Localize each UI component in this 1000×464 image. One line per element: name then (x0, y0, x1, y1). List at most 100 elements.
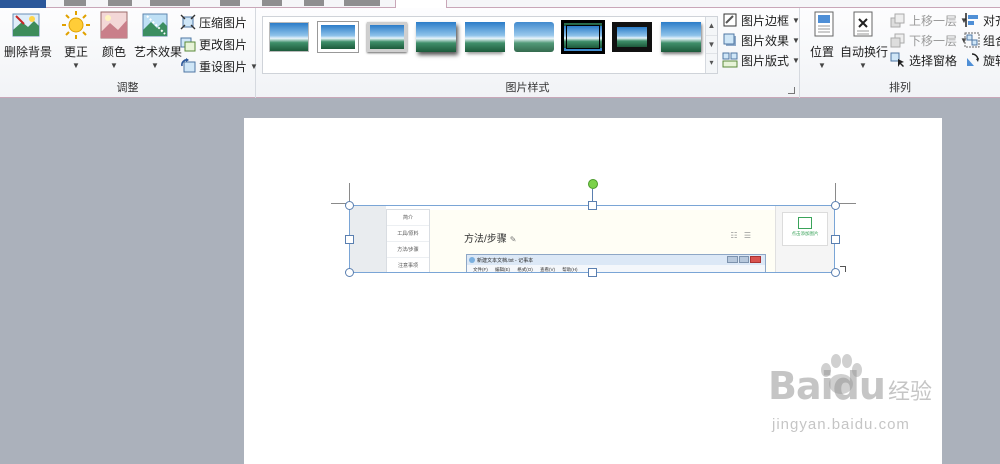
style-thumb-black-double[interactable] (563, 22, 603, 52)
artistic-effects-label: 艺术效果 (134, 45, 183, 59)
gallery-more-icon[interactable]: ▾ (706, 54, 717, 73)
resize-handle-left[interactable] (345, 235, 354, 244)
group-picture-styles-label: 图片样式 (505, 82, 550, 94)
send-backward-icon (890, 32, 906, 48)
resize-handle-bottom[interactable] (588, 268, 597, 277)
picture-layout-button[interactable]: 图片版式 ▼ (722, 50, 800, 70)
embedded-add-picture: 点击添加图片 (782, 212, 828, 246)
picture-border-label: 图片边框 (741, 13, 790, 28)
color-icon (98, 10, 130, 40)
tab-references[interactable] (220, 0, 240, 6)
style-thumb-thick-matte-black[interactable] (612, 22, 652, 52)
bring-forward-button[interactable]: 上移一层 ▼ (890, 10, 968, 30)
tab-review[interactable] (304, 0, 324, 6)
artistic-effects-button[interactable]: 艺术效果 ▼ (134, 10, 182, 70)
window-controls (727, 256, 762, 263)
watermark-brand: Baidu (768, 364, 886, 408)
pencil-icon: ✎ (509, 235, 517, 244)
style-thumb-soft-oval[interactable] (514, 22, 554, 52)
style-thumb-reflected[interactable] (465, 22, 505, 52)
rotate-button[interactable]: 旋转 (964, 50, 1000, 70)
color-button[interactable]: 颜色 ▼ (98, 10, 130, 70)
watermark-cn: 经验 (888, 379, 933, 404)
tab-view[interactable] (344, 0, 380, 6)
align-label: 对齐 (983, 13, 1000, 28)
chevron-down-icon: ▼ (151, 61, 159, 70)
group-objects-button[interactable]: 组合 (964, 30, 1000, 50)
tab-insert[interactable] (108, 0, 132, 6)
selection-pane-icon (890, 52, 906, 68)
picture-border-button[interactable]: 图片边框 ▼ (722, 10, 800, 30)
picture-styles-gallery: ▲ ▼ ▾ (262, 16, 718, 74)
notepad-menu: 文件(F) 编辑(E) 格式(O) 查看(V) 帮助(H) (467, 265, 765, 272)
rotate-icon (964, 52, 980, 68)
selected-picture[interactable]: 简介 工具/原料 方法/步骤 注意事项 方法/步骤 ✎ ☷ ☰ 新建文本文档.tx… (349, 205, 835, 273)
resize-handle-bottom-left[interactable] (345, 268, 354, 277)
tab-page-layout[interactable] (150, 0, 190, 6)
bring-forward-icon (890, 12, 906, 28)
corrections-label: 更正 (63, 45, 88, 59)
image-add-icon (798, 217, 812, 229)
watermark-url: jingyan.baidu.com (772, 416, 910, 433)
anchor-mark-icon (840, 266, 846, 272)
embedded-main: 方法/步骤 ✎ ☷ ☰ 新建文本文档.txt - 记事本 文件(F) 编辑(E) … (430, 210, 775, 272)
group-arrange-label: 排列 (889, 82, 911, 94)
wrap-text-button[interactable]: 自动换行 ▼ (840, 10, 888, 70)
picture-effects-label: 图片效果 (741, 33, 790, 48)
group-adjust: 删除背景 更正 ▼ 颜色 ▼ 艺术效果 ▼ 压缩图片 更改图片 重设图片 ▼ 调… (0, 8, 258, 98)
embedded-title-text: 方法/步骤 (464, 234, 507, 245)
notepad-app-icon (469, 257, 475, 263)
selection-pane-button[interactable]: 选择窗格 (890, 50, 957, 70)
compress-pictures-button[interactable]: 压缩图片 (180, 12, 247, 32)
remove-background-label: 删除背景 (4, 45, 53, 59)
gallery-up-icon[interactable]: ▲ (706, 17, 717, 36)
style-thumb-simple-shadow[interactable] (661, 22, 701, 52)
embedded-notepad-window: 新建文本文档.txt - 记事本 文件(F) 编辑(E) 格式(O) 查看(V)… (466, 254, 766, 272)
style-thumb-simple-frame[interactable] (269, 22, 309, 52)
embedded-nav-item: 注意事项 (387, 258, 429, 272)
tab-home[interactable] (64, 0, 86, 6)
chevron-down-icon: ▼ (72, 61, 80, 70)
resize-handle-top[interactable] (588, 201, 597, 210)
resize-handle-right[interactable] (831, 235, 840, 244)
reset-picture-label: 重设图片 (199, 59, 248, 74)
ribbon-tab-strip (0, 0, 1000, 9)
artistic-effects-icon (139, 10, 171, 40)
position-button[interactable]: 位置 ▼ (808, 10, 836, 70)
embedded-left-margin (350, 206, 386, 272)
picture-layout-icon (722, 52, 738, 68)
wrap-text-icon (847, 10, 879, 40)
style-thumb-drop-shadow[interactable] (416, 22, 456, 52)
style-thumb-metal-frame[interactable] (367, 22, 407, 52)
chevron-down-icon: ▼ (859, 61, 867, 70)
bring-forward-label: 上移一层 (909, 13, 958, 28)
reset-picture-button[interactable]: 重设图片 ▼ (180, 56, 258, 76)
embedded-nav: 简介 工具/原料 方法/步骤 注意事项 (386, 209, 430, 272)
send-backward-button[interactable]: 下移一层 ▼ (890, 30, 968, 50)
change-picture-icon (180, 36, 196, 52)
resize-handle-bottom-right[interactable] (831, 268, 840, 277)
send-backward-label: 下移一层 (909, 33, 958, 48)
remove-background-button[interactable]: 删除背景 (4, 10, 52, 60)
embedded-nav-item: 工具/原料 (387, 226, 429, 242)
resize-handle-top-left[interactable] (345, 201, 354, 210)
group-arrange: 位置 ▼ 自动换行 ▼ 上移一层 ▼ 下移一层 ▼ 选择窗格 对 组 旋 排列 (800, 8, 1000, 98)
gallery-down-icon[interactable]: ▼ (706, 36, 717, 55)
resize-handle-top-right[interactable] (831, 201, 840, 210)
remove-background-icon (10, 10, 42, 40)
embedded-nav-item: 简介 (387, 210, 429, 226)
notepad-title: 新建文本文档.txt - 记事本 (477, 258, 534, 264)
compress-icon (180, 14, 196, 30)
rotation-handle[interactable] (588, 179, 598, 189)
gallery-scroll[interactable]: ▲ ▼ ▾ (705, 17, 717, 73)
align-button[interactable]: 对齐 (964, 10, 1000, 30)
picture-effects-button[interactable]: 图片效果 ▼ (722, 30, 800, 50)
group-objects-label: 组合 (983, 33, 1000, 48)
style-thumb-soft-edge[interactable] (318, 22, 358, 52)
tab-mailings[interactable] (262, 0, 282, 6)
chevron-down-icon: ▼ (792, 35, 800, 45)
change-picture-button[interactable]: 更改图片 (180, 34, 247, 54)
corrections-button[interactable]: 更正 ▼ (60, 10, 92, 70)
tab-file[interactable] (0, 0, 46, 8)
position-label: 位置 (809, 45, 834, 59)
